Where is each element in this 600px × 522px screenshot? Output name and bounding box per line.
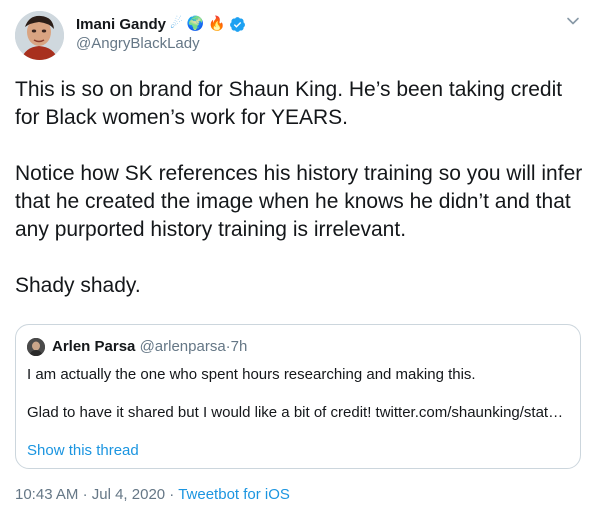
quoted-tweet[interactable]: Arlen Parsa @arlenparsa·7h I am actually… bbox=[15, 324, 581, 469]
quoted-time[interactable]: 7h bbox=[231, 338, 248, 355]
quoted-paragraph: Glad to have it shared but I would like … bbox=[27, 404, 564, 421]
quoted-paragraph: I am actually the one who spent hours re… bbox=[27, 366, 476, 383]
meta-separator: · bbox=[169, 486, 175, 503]
quoted-author-handle[interactable]: @arlenparsa bbox=[140, 338, 226, 355]
comet-emoji: ☄ bbox=[170, 16, 183, 32]
quoted-header: Arlen Parsa @arlenparsa·7h bbox=[52, 338, 247, 355]
quoted-author-name[interactable]: Arlen Parsa bbox=[52, 338, 135, 355]
tweet-paragraph: This is so on brand for Shaun King. He’s… bbox=[15, 78, 563, 129]
author-handle[interactable]: @AngryBlackLady bbox=[76, 35, 200, 52]
tweet-time[interactable]: 10:43 AM bbox=[15, 486, 78, 503]
tweet-paragraph: Notice how SK references his history tra… bbox=[15, 162, 583, 241]
globe-emoji: 🌍 bbox=[186, 16, 205, 32]
quoted-text: I am actually the one who spent hours re… bbox=[27, 365, 567, 422]
show-thread-link[interactable]: Show this thread bbox=[27, 442, 139, 459]
quoted-avatar[interactable] bbox=[27, 338, 45, 356]
fire-emoji: 🔥 bbox=[208, 16, 226, 32]
verified-badge-icon bbox=[230, 16, 246, 32]
chevron-down-icon[interactable] bbox=[566, 14, 580, 28]
author-display-name[interactable]: Imani Gandy bbox=[76, 16, 166, 33]
tweet-text: This is so on brand for Shaun King. He’s… bbox=[15, 76, 585, 300]
avatar[interactable] bbox=[15, 11, 64, 60]
tweet-source-link[interactable]: Tweetbot for iOS bbox=[178, 486, 290, 503]
tweet-card: Imani Gandy ☄ 🌍 🔥 @AngryBlackLady This i… bbox=[0, 0, 600, 522]
author-name-row: Imani Gandy ☄ 🌍 🔥 bbox=[76, 14, 246, 34]
tweet-paragraph: Shady shady. bbox=[15, 274, 141, 297]
meta-separator: · bbox=[82, 486, 88, 503]
tweet-date[interactable]: Jul 4, 2020 bbox=[92, 486, 165, 503]
tweet-meta: 10:43 AM · Jul 4, 2020 · Tweetbot for iO… bbox=[15, 486, 290, 503]
